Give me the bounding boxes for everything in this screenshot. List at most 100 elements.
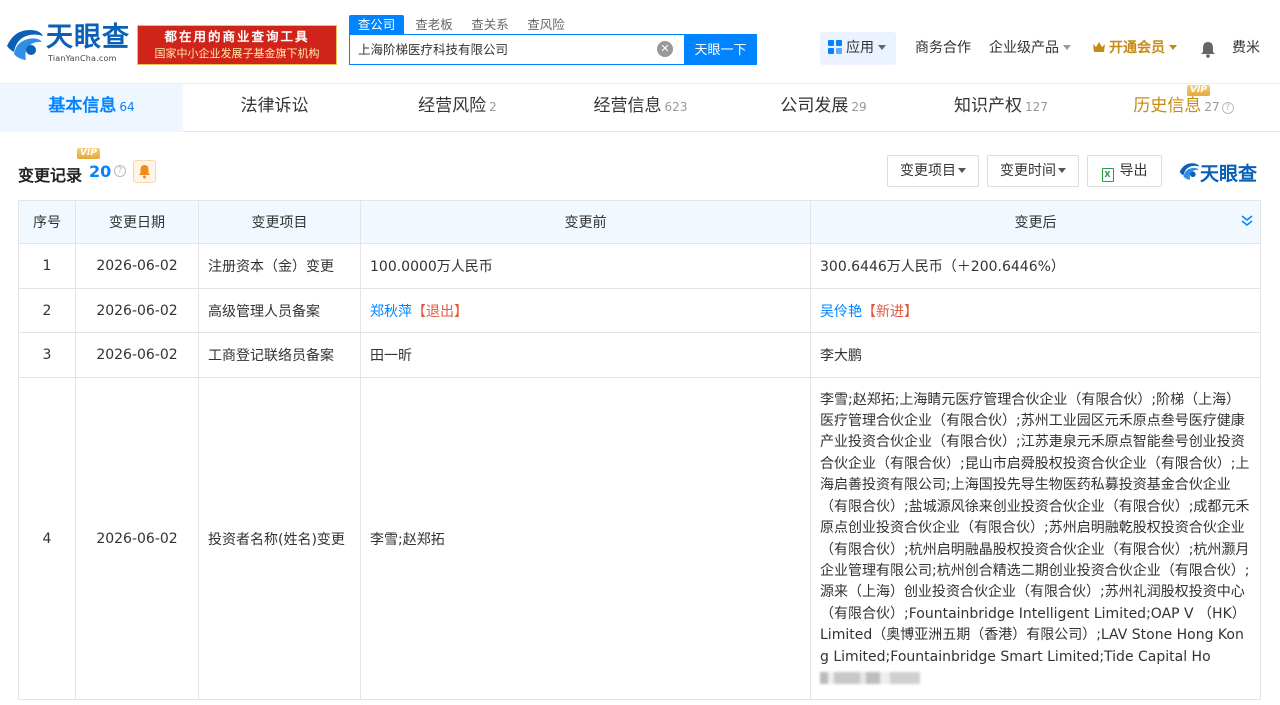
tab-ip[interactable]: 知识产权 127	[915, 84, 1087, 132]
company-tab-bar: 基本信息 64 法律诉讼 经营风险 2 经营信息 623 公司发展 29 知识产权 127…	[0, 84, 1280, 132]
table-row: 3 2026-06-02 工商登记联络员备案 田一昕 李大鹏	[18, 332, 1261, 378]
search-tab-relation[interactable]: 查关系	[462, 15, 518, 35]
search-box: ✕	[349, 34, 685, 65]
tab-operation-label: 经营信息	[593, 96, 662, 116]
export-label: 导出	[1119, 163, 1148, 179]
col-header-item: 变更项目	[198, 200, 361, 244]
filter-change-time-label: 变更时间	[1000, 163, 1056, 179]
apps-label: 应用	[846, 40, 874, 56]
person-link[interactable]: 郑秋萍	[370, 304, 412, 320]
crown-icon	[1093, 42, 1105, 52]
filter-change-item[interactable]: 变更项目	[887, 155, 979, 187]
table-row: 4 2026-06-02 投资者名称(姓名)变更 李雪;赵郑拓 李雪;赵郑拓;上…	[18, 377, 1261, 700]
search-tab-boss[interactable]: 查老板	[406, 15, 462, 35]
cell-index: 1	[18, 243, 76, 289]
filter-change-item-label: 变更项目	[900, 163, 956, 179]
blurred-text	[820, 671, 920, 684]
investor-list: 李雪;赵郑拓;上海睛元医疗管理合伙企业（有限合伙）;阶梯（上海）医疗管理合伙企业…	[820, 391, 1250, 665]
chevron-down-icon	[1058, 168, 1066, 173]
nav-business[interactable]: 商务合作	[915, 30, 971, 66]
new-tag: 【新进】	[862, 304, 918, 320]
clear-icon[interactable]: ✕	[657, 41, 673, 57]
help-icon[interactable]: ?	[114, 165, 126, 177]
cell-after: 300.6446万人民币（＋200.6446%）	[810, 243, 1261, 289]
cell-before: 李雪;赵郑拓	[360, 377, 811, 700]
cell-index: 2	[18, 288, 76, 333]
cell-before: 100.0000万人民币	[360, 243, 811, 289]
chevron-down-icon	[958, 168, 966, 173]
cell-item: 注册资本（金）变更	[198, 243, 361, 289]
logo-subtext: TianYanCha.com	[48, 54, 117, 63]
double-chevron-down-icon[interactable]	[1241, 215, 1253, 227]
cell-date: 2026-06-02	[75, 332, 199, 378]
search-tab-company[interactable]: 查公司	[349, 15, 404, 35]
logo-text: 天眼查	[46, 22, 130, 53]
tab-history[interactable]: VIP 历史信息 27?	[1087, 84, 1280, 132]
vip-badge: VIP	[77, 148, 100, 159]
table-header-row: 序号 变更日期 变更项目 变更前 变更后	[18, 200, 1261, 244]
cell-before: 郑秋萍【退出】	[360, 288, 811, 333]
section-title: 变更记录	[18, 166, 83, 185]
watermark-logo-text: 天眼查	[1200, 163, 1258, 185]
notification-bell-icon[interactable]	[1200, 41, 1216, 58]
tab-development-count: 29	[851, 100, 867, 114]
chevron-down-icon	[878, 45, 886, 50]
promo-banner: 都在用的商业查询工具 国家中小企业发展子基金旗下机构	[137, 25, 337, 65]
exit-tag: 【退出】	[412, 304, 468, 320]
tab-history-count: 27	[1204, 100, 1220, 114]
logo-eye-icon	[1179, 163, 1200, 180]
change-record-table: 序号 变更日期 变更项目 变更前 变更后 1 2026-06-02 注册资本（金…	[18, 200, 1261, 700]
bell-icon	[139, 165, 150, 179]
apps-menu[interactable]: 应用	[820, 32, 896, 65]
cell-before[interactable]: 田一昕	[360, 332, 811, 378]
search-tab-risk[interactable]: 查风险	[518, 15, 574, 35]
tab-basic-info[interactable]: 基本信息 64	[0, 84, 183, 132]
export-button[interactable]: X 导出	[1087, 155, 1162, 187]
filter-change-time[interactable]: 变更时间	[987, 155, 1079, 187]
help-icon[interactable]: ?	[1221, 102, 1234, 114]
tab-operation[interactable]: 经营信息 623	[549, 84, 732, 132]
top-header: 天眼查 TianYanCha.com 都在用的商业查询工具 国家中小企业发展子基…	[0, 0, 1280, 84]
tab-ip-label: 知识产权	[954, 96, 1023, 116]
tab-legal[interactable]: 法律诉讼	[183, 84, 366, 132]
cell-date: 2026-06-02	[75, 377, 199, 700]
cell-after: 李雪;赵郑拓;上海睛元医疗管理合伙企业（有限合伙）;阶梯（上海）医疗管理合伙企业…	[810, 377, 1261, 700]
nav-vip-label: 开通会员	[1109, 40, 1165, 56]
tab-operation-count: 623	[664, 100, 688, 114]
tab-risk-label: 经营风险	[418, 96, 487, 116]
vip-badge: VIP	[1187, 85, 1210, 96]
cell-after: 吴伶艳【新进】	[810, 288, 1261, 333]
tab-history-label: 历史信息	[1133, 96, 1202, 116]
chevron-down-icon	[1063, 45, 1071, 50]
tab-risk[interactable]: 经营风险 2	[366, 84, 549, 132]
search-input[interactable]	[358, 35, 648, 64]
logo-eye-icon	[7, 30, 43, 60]
col-header-date: 变更日期	[75, 200, 199, 244]
col-header-index: 序号	[18, 200, 76, 244]
tab-legal-label: 法律诉讼	[240, 96, 309, 116]
apps-grid-icon	[828, 40, 842, 54]
cell-after[interactable]: 李大鹏	[810, 332, 1261, 378]
cell-item: 投资者名称(姓名)变更	[198, 377, 361, 700]
table-row: 1 2026-06-02 注册资本（金）变更 100.0000万人民币 300.…	[18, 243, 1261, 289]
search-button[interactable]: 天眼一下	[684, 34, 757, 65]
cell-item: 高级管理人员备案	[198, 288, 361, 333]
nav-vip[interactable]: 开通会员	[1092, 30, 1177, 66]
cell-item: 工商登记联络员备案	[198, 332, 361, 378]
person-link[interactable]: 吴伶艳	[820, 304, 862, 320]
site-logo[interactable]: 天眼查 TianYanCha.com	[4, 22, 132, 66]
cell-date: 2026-06-02	[75, 243, 199, 289]
monitor-bell-button[interactable]	[133, 160, 156, 183]
tab-development-label: 公司发展	[780, 96, 849, 116]
nav-enterprise[interactable]: 企业级产品	[989, 30, 1071, 66]
col-header-after: 变更后	[810, 200, 1261, 244]
tab-risk-count: 2	[489, 100, 497, 114]
cell-index: 3	[18, 332, 76, 378]
nav-enterprise-label: 企业级产品	[989, 40, 1059, 56]
tab-ip-count: 127	[1025, 100, 1048, 114]
excel-icon: X	[1101, 168, 1114, 182]
col-header-before: 变更前	[360, 200, 811, 244]
col-header-after-label: 变更后	[1014, 215, 1057, 231]
tab-development[interactable]: 公司发展 29	[732, 84, 915, 132]
user-menu[interactable]: 费米	[1232, 30, 1260, 66]
